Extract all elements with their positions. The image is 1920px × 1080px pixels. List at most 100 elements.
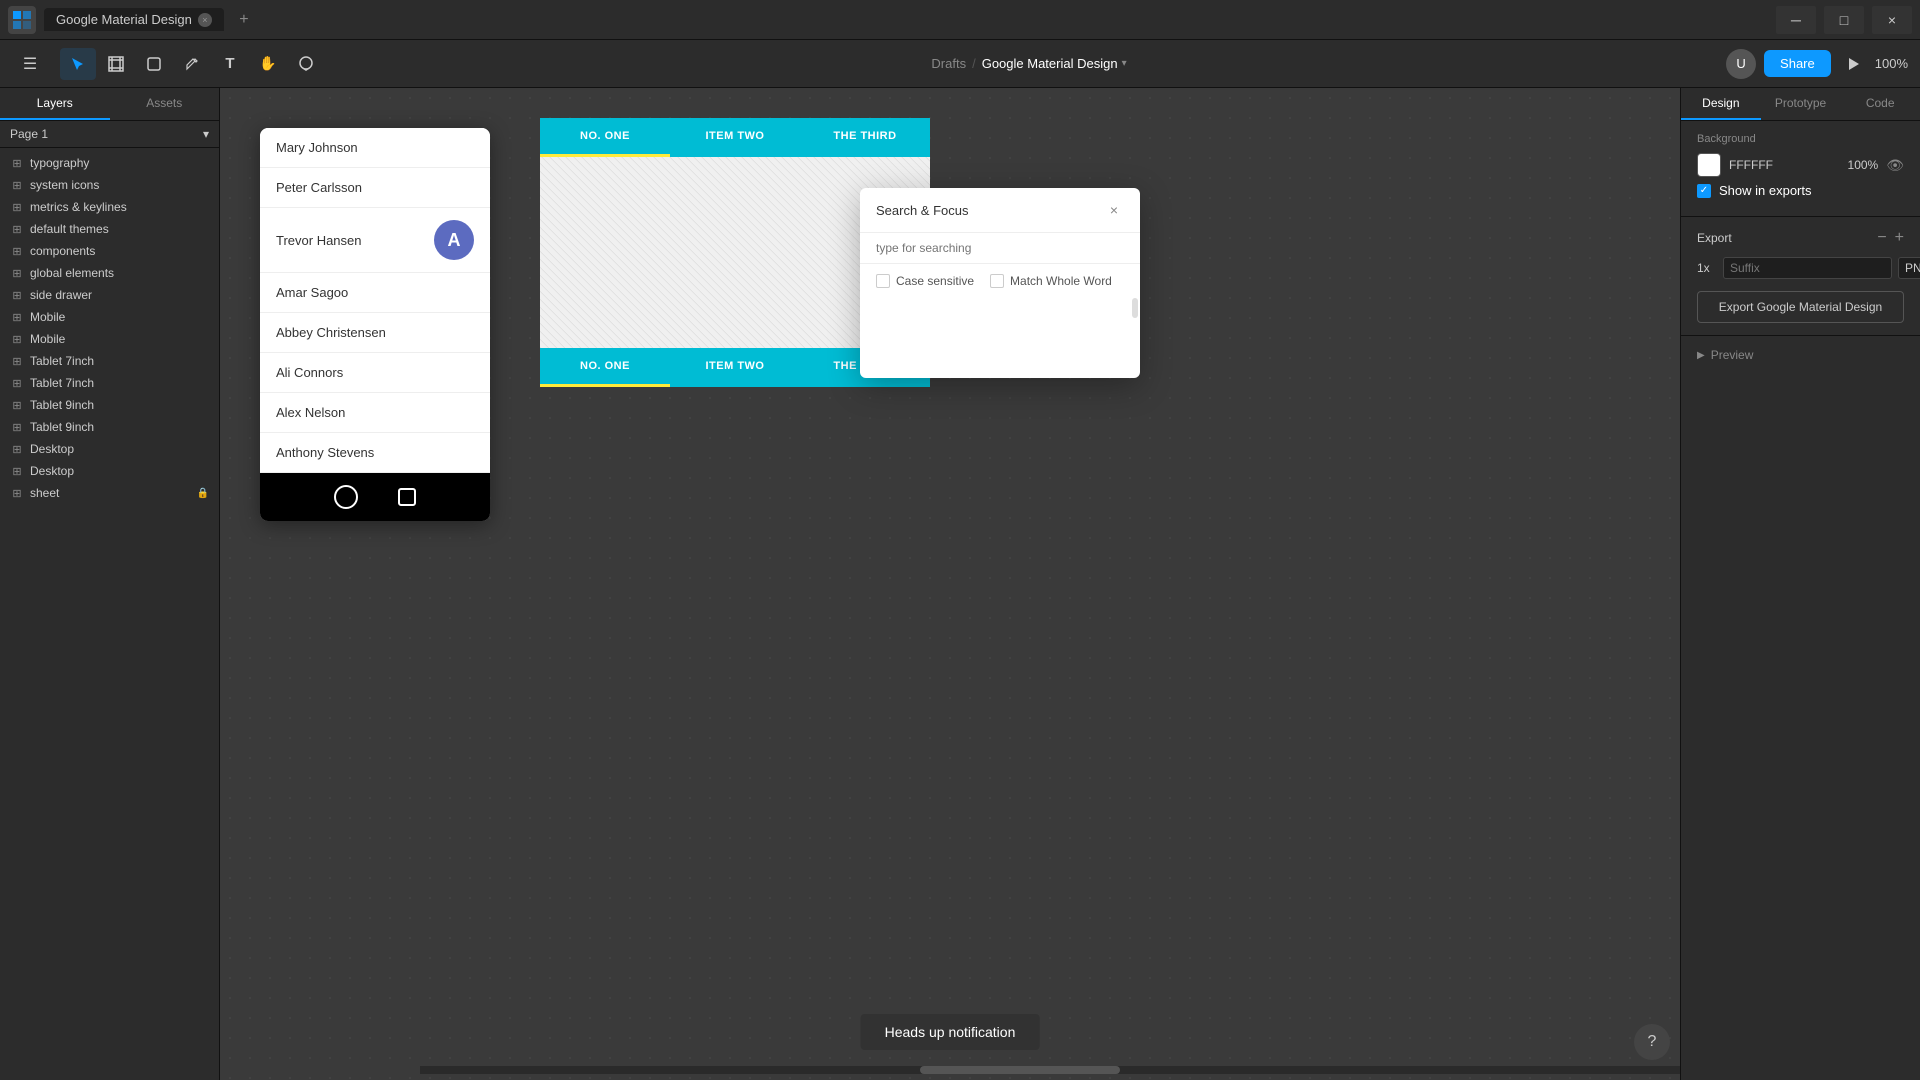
search-focus-modal: Search & Focus × Case sensitive Match Wh… [860,188,1140,378]
menu-button[interactable]: ☰ [12,48,48,80]
remove-export-button[interactable]: − [1877,229,1886,247]
frame-icon: ⊞ [10,376,24,390]
play-button[interactable] [1839,50,1867,78]
layer-item-mobile-1[interactable]: ⊞ Mobile [0,306,219,328]
export-section: Export − + 1x PNG ▾ ⋯ Export Google Mate… [1681,217,1920,336]
layer-item-metrics[interactable]: ⊞ metrics & keylines [0,196,219,218]
export-scale: 1x [1697,261,1717,275]
list-item: Amar Sagoo [260,273,490,313]
move-tool-button[interactable] [60,48,96,80]
breadcrumb-current[interactable]: Google Material Design ▾ [982,56,1127,71]
sidebar-tab-group: Layers Assets [0,88,219,121]
tab-layers[interactable]: Layers [0,88,110,120]
layer-item-default-themes[interactable]: ⊞ default themes [0,218,219,240]
export-controls: − + [1877,229,1904,247]
add-tab-button[interactable]: + [232,8,256,32]
page-selector[interactable]: Page 1 ▾ [0,121,219,148]
zoom-level[interactable]: 100% [1875,56,1908,71]
right-panel: Design Prototype Code Background FFFFFF … [1680,88,1920,1080]
search-modal-close-button[interactable]: × [1104,200,1124,220]
tab-close-button[interactable]: × [198,13,212,27]
tab-prototype[interactable]: Prototype [1761,88,1841,120]
text-tool-button[interactable]: T [212,48,248,80]
layer-item-global-elements[interactable]: ⊞ global elements [0,262,219,284]
tab-design[interactable]: Design [1681,88,1761,120]
breadcrumb-drafts[interactable]: Drafts [931,56,966,71]
comment-tool-button[interactable] [288,48,324,80]
tab-code[interactable]: Code [1840,88,1920,120]
layer-item-mobile-2[interactable]: ⊞ Mobile [0,328,219,350]
tab-no-one-2: NO. ONE [540,348,670,387]
pen-tool-button[interactable] [174,48,210,80]
close-button[interactable]: × [1872,6,1912,34]
frame-icon: ⊞ [10,442,24,456]
list-item: Alex Nelson [260,393,490,433]
preview-section: ▶ Preview [1681,336,1920,374]
list-item: Peter Carlsson [260,168,490,208]
user-avatar: U [1726,49,1756,79]
add-export-button[interactable]: + [1895,229,1904,247]
layer-item-desktop-2[interactable]: ⊞ Desktop [0,460,219,482]
breadcrumb-dropdown-icon: ▾ [1122,58,1127,69]
mobile-list: Mary Johnson Peter Carlsson Trevor Hanse… [260,128,490,473]
layer-item-typography[interactable]: ⊞ typography [0,152,219,174]
layer-item-desktop-1[interactable]: ⊞ Desktop [0,438,219,460]
match-whole-word-label: Match Whole Word [1010,274,1112,288]
maximize-button[interactable]: □ [1824,6,1864,34]
tool-group-select: T ✋ [60,48,324,80]
scrollbar-thumb[interactable] [920,1066,1120,1074]
search-results-area [860,298,1140,378]
scroll-thumb[interactable] [1132,298,1138,318]
page-dropdown-icon: ▾ [203,127,209,141]
search-modal-title: Search & Focus [876,203,969,218]
search-input[interactable] [860,233,1140,264]
layer-item-sheet[interactable]: ⊞ sheet 🔒 [0,482,219,504]
main-layout: Layers Assets Page 1 ▾ ⊞ typography ⊞ sy… [0,88,1920,1080]
show-in-exports-checkbox[interactable] [1697,184,1711,198]
preview-row[interactable]: ▶ Preview [1697,348,1904,362]
current-tab[interactable]: Google Material Design × [44,8,224,31]
frame-icon: ⊞ [10,288,24,302]
layer-item-system-icons[interactable]: ⊞ system icons [0,174,219,196]
canvas[interactable]: Mary Johnson Peter Carlsson Trevor Hanse… [220,88,1680,1080]
tab-no-one: NO. ONE [540,118,670,157]
visibility-toggle-button[interactable]: 👁 [1886,157,1904,174]
export-format-selector[interactable]: PNG ▾ [1898,257,1920,279]
export-settings-row: 1x PNG ▾ ⋯ [1697,257,1904,279]
hand-tool-button[interactable]: ✋ [250,48,286,80]
window-controls: ─ □ × [1776,6,1912,34]
frame-icon: ⊞ [10,266,24,280]
case-sensitive-checkbox[interactable] [876,274,890,288]
share-button[interactable]: Share [1764,50,1831,77]
help-button[interactable]: ? [1634,1024,1670,1060]
frame-icon: ⊞ [10,486,24,500]
export-button[interactable]: Export Google Material Design [1697,291,1904,323]
lock-icon: 🔒 [197,488,209,499]
layer-item-tablet7-1[interactable]: ⊞ Tablet 7inch [0,350,219,372]
preview-label: Preview [1711,348,1754,362]
toolbar-center: Drafts / Google Material Design ▾ [336,56,1722,71]
layer-item-tablet9-2[interactable]: ⊞ Tablet 9inch [0,416,219,438]
frame-icon: ⊞ [10,200,24,214]
layer-item-tablet7-2[interactable]: ⊞ Tablet 7inch [0,372,219,394]
preview-expand-icon: ▶ [1697,350,1705,361]
case-sensitive-option[interactable]: Case sensitive [876,274,974,288]
match-whole-word-option[interactable]: Match Whole Word [990,274,1112,288]
layer-item-side-drawer[interactable]: ⊞ side drawer [0,284,219,306]
layer-item-tablet9-1[interactable]: ⊞ Tablet 9inch [0,394,219,416]
breadcrumb: Drafts / Google Material Design ▾ [931,56,1126,71]
frame-tool-button[interactable] [98,48,134,80]
show-in-exports-row: Show in exports [1697,183,1904,198]
shape-tool-button[interactable] [136,48,172,80]
horizontal-scrollbar[interactable] [420,1066,1680,1074]
minimize-button[interactable]: ─ [1776,6,1816,34]
tab-assets[interactable]: Assets [110,88,220,120]
color-hex-value: FFFFFF [1729,158,1840,172]
match-whole-word-checkbox[interactable] [990,274,1004,288]
tab-the-third: THE THIRD [800,118,930,157]
frame-icon: ⊞ [10,222,24,236]
export-suffix-input[interactable] [1723,257,1892,279]
color-swatch[interactable] [1697,153,1721,177]
list-avatar: A [434,220,474,260]
layer-item-components[interactable]: ⊞ components [0,240,219,262]
